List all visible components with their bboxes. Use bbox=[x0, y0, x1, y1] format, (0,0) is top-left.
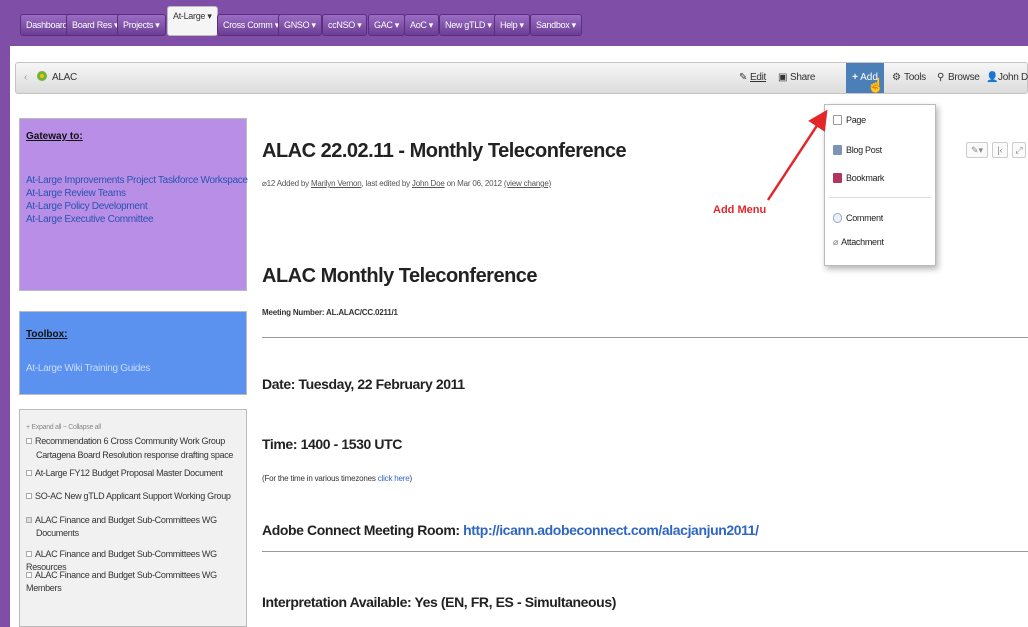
tools-button[interactable]: Tools bbox=[904, 72, 926, 83]
tree-item-label: ALAC Finance and Budget Sub-Committees W… bbox=[26, 570, 217, 593]
meta-prefix: 12 Added by bbox=[266, 179, 311, 188]
user-icon[interactable]: 👤 bbox=[986, 72, 998, 83]
menu-item-label: Page bbox=[846, 115, 866, 125]
hand-cursor-icon: ☝ bbox=[867, 77, 885, 93]
annotation-arrow bbox=[766, 110, 828, 201]
share-icon[interactable]: ▣ bbox=[778, 72, 787, 83]
meta-mid: , last edited by bbox=[361, 179, 412, 188]
page-title: ALAC 22.02.11 - Monthly Teleconference bbox=[262, 140, 627, 162]
editor-link[interactable]: John Doe bbox=[412, 179, 445, 188]
timezone-link[interactable]: click here bbox=[378, 474, 410, 483]
nav-gac[interactable]: GAC ▾ bbox=[368, 14, 406, 36]
nav-projects[interactable]: Projects ▾ bbox=[117, 14, 166, 36]
nav-board-res[interactable]: Board Res ▾ bbox=[66, 14, 125, 36]
meta-date: on Mar 06, 2012 bbox=[444, 179, 504, 188]
share-button[interactable]: Share bbox=[790, 72, 815, 83]
tree-item[interactable]: SO-AC New gTLD Applicant Support Working… bbox=[26, 490, 231, 503]
search-icon[interactable]: ⚲ bbox=[937, 72, 944, 83]
divider bbox=[262, 337, 1028, 338]
add-dropdown-menu: Page Blog Post Bookmark Comment ⌀ Attachm… bbox=[824, 104, 936, 266]
meeting-number: Meeting Number: AL.ALAC/CC.0211/1 bbox=[262, 308, 398, 317]
author-link[interactable]: Marilyn Vernon bbox=[311, 179, 362, 188]
nav-sandbox[interactable]: Sandbox ▾ bbox=[530, 14, 582, 36]
tree-item[interactable]: ALAC Finance and Budget Sub-Committees W… bbox=[26, 514, 217, 527]
tree-expand-controls[interactable]: + Expand all − Collapse all bbox=[26, 421, 101, 434]
nav-new-gtld[interactable]: New gTLD ▾ bbox=[439, 14, 498, 36]
view-change-link[interactable]: (view change) bbox=[504, 179, 551, 188]
menu-item-comment[interactable]: Comment bbox=[833, 213, 883, 223]
page-tree-panel: + Expand all − Collapse all Recommendati… bbox=[19, 409, 247, 627]
menu-item-bookmark[interactable]: Bookmark bbox=[833, 173, 884, 183]
gear-icon[interactable]: ⚙ bbox=[892, 72, 901, 83]
meeting-date: Date: Tuesday, 22 February 2011 bbox=[262, 376, 465, 392]
tz-note-close: ) bbox=[409, 474, 413, 483]
edit-button[interactable]: Edit bbox=[750, 72, 766, 83]
tree-item[interactable]: At-Large FY12 Budget Proposal Master Doc… bbox=[26, 467, 223, 480]
content-heading: ALAC Monthly Teleconference bbox=[262, 265, 538, 287]
page-toolbar: ‹ ALAC ✎ Edit ▣ Share + Add ☝ ⚙ Tools ⚲ … bbox=[15, 62, 1028, 94]
menu-item-attachment[interactable]: ⌀ Attachment bbox=[833, 237, 884, 248]
gateway-link[interactable]: At-Large Improvements Project Taskforce … bbox=[26, 175, 248, 186]
timezone-note: (For the time in various timezones click… bbox=[262, 474, 412, 483]
toolbox-title: Toolbox: bbox=[26, 329, 68, 340]
collapse-icon[interactable]: |‹ bbox=[992, 142, 1008, 158]
tree-item[interactable]: Documents bbox=[36, 527, 79, 540]
menu-item-label: Attachment bbox=[841, 237, 884, 247]
interpretation: Interpretation Available: Yes (EN, FR, E… bbox=[262, 594, 616, 610]
tree-item-label: At-Large FY12 Budget Proposal Master Doc… bbox=[35, 468, 223, 478]
browse-button[interactable]: Browse bbox=[948, 72, 980, 83]
space-logo-icon bbox=[36, 70, 48, 85]
tree-item[interactable]: ALAC Finance and Budget Sub-Committees W… bbox=[26, 569, 246, 595]
adobe-connect: Adobe Connect Meeting Room: http://icann… bbox=[262, 522, 759, 538]
breadcrumb-space[interactable]: ALAC bbox=[52, 72, 77, 83]
tree-item-label: Recommendation 6 Cross Community Work Gr… bbox=[35, 436, 226, 446]
gateway-title: Gateway to: bbox=[26, 131, 83, 142]
meeting-time: Time: 1400 - 1530 UTC bbox=[262, 436, 402, 452]
nav-cross-comm[interactable]: Cross Comm ▾ bbox=[217, 14, 285, 36]
menu-separator bbox=[829, 197, 931, 198]
toolbox-panel: Toolbox: At-Large Wiki Training Guides bbox=[19, 311, 247, 395]
user-menu[interactable]: John Doe bbox=[998, 72, 1028, 83]
gateway-panel: Gateway to: At-Large Improvements Projec… bbox=[19, 118, 248, 291]
pencil-dropdown-icon[interactable]: ✎▾ bbox=[966, 142, 988, 158]
adobe-connect-link[interactable]: http://icann.adobeconnect.com/alacjanjun… bbox=[463, 522, 759, 538]
menu-item-label: Bookmark bbox=[846, 173, 885, 183]
tz-note-text: (For the time in various timezones bbox=[262, 474, 378, 483]
gateway-link[interactable]: At-Large Review Teams bbox=[26, 188, 126, 199]
nav-gnso[interactable]: GNSO ▾ bbox=[278, 14, 322, 36]
page-metadata: ⌀12 Added by Marilyn Vernon, last edited… bbox=[262, 179, 551, 188]
annotation-label: Add Menu bbox=[713, 204, 767, 216]
tree-item[interactable]: Cartagena Board Resolution response draf… bbox=[36, 449, 233, 462]
back-chevron-icon[interactable]: ‹ bbox=[24, 72, 27, 83]
plus-icon: + bbox=[852, 72, 858, 83]
divider bbox=[262, 551, 1028, 552]
comment-icon bbox=[833, 213, 842, 223]
tree-item-label: SO-AC New gTLD Applicant Support Working… bbox=[35, 491, 231, 501]
attachment-icon: ⌀ bbox=[833, 237, 839, 247]
nav-aoc[interactable]: AoC ▾ bbox=[404, 14, 440, 36]
left-border-strip bbox=[0, 46, 10, 627]
adobe-label: Adobe Connect Meeting Room: bbox=[262, 522, 464, 538]
toolbox-link[interactable]: At-Large Wiki Training Guides bbox=[26, 363, 150, 374]
tree-item[interactable]: Recommendation 6 Cross Community Work Gr… bbox=[26, 435, 225, 448]
gateway-link[interactable]: At-Large Policy Development bbox=[26, 201, 148, 212]
menu-item-blog-post[interactable]: Blog Post bbox=[833, 145, 882, 155]
expand-icon[interactable]: ⤢ bbox=[1012, 142, 1026, 158]
gateway-link[interactable]: At-Large Executive Committee bbox=[26, 214, 154, 225]
nav-help[interactable]: Help ▾ bbox=[494, 14, 530, 36]
nav-at-large[interactable]: At-Large ▾ bbox=[167, 6, 218, 36]
nav-ccnso[interactable]: ccNSO ▾ bbox=[322, 14, 368, 36]
menu-item-label: Blog Post bbox=[846, 145, 882, 155]
tree-item-label: ALAC Finance and Budget Sub-Committees W… bbox=[35, 515, 217, 525]
menu-item-label: Comment bbox=[846, 213, 883, 223]
edit-icon[interactable]: ✎ bbox=[739, 72, 747, 83]
top-navigation-bar: Dashboard Board Res ▾ Projects ▾ At-Larg… bbox=[0, 0, 1028, 46]
